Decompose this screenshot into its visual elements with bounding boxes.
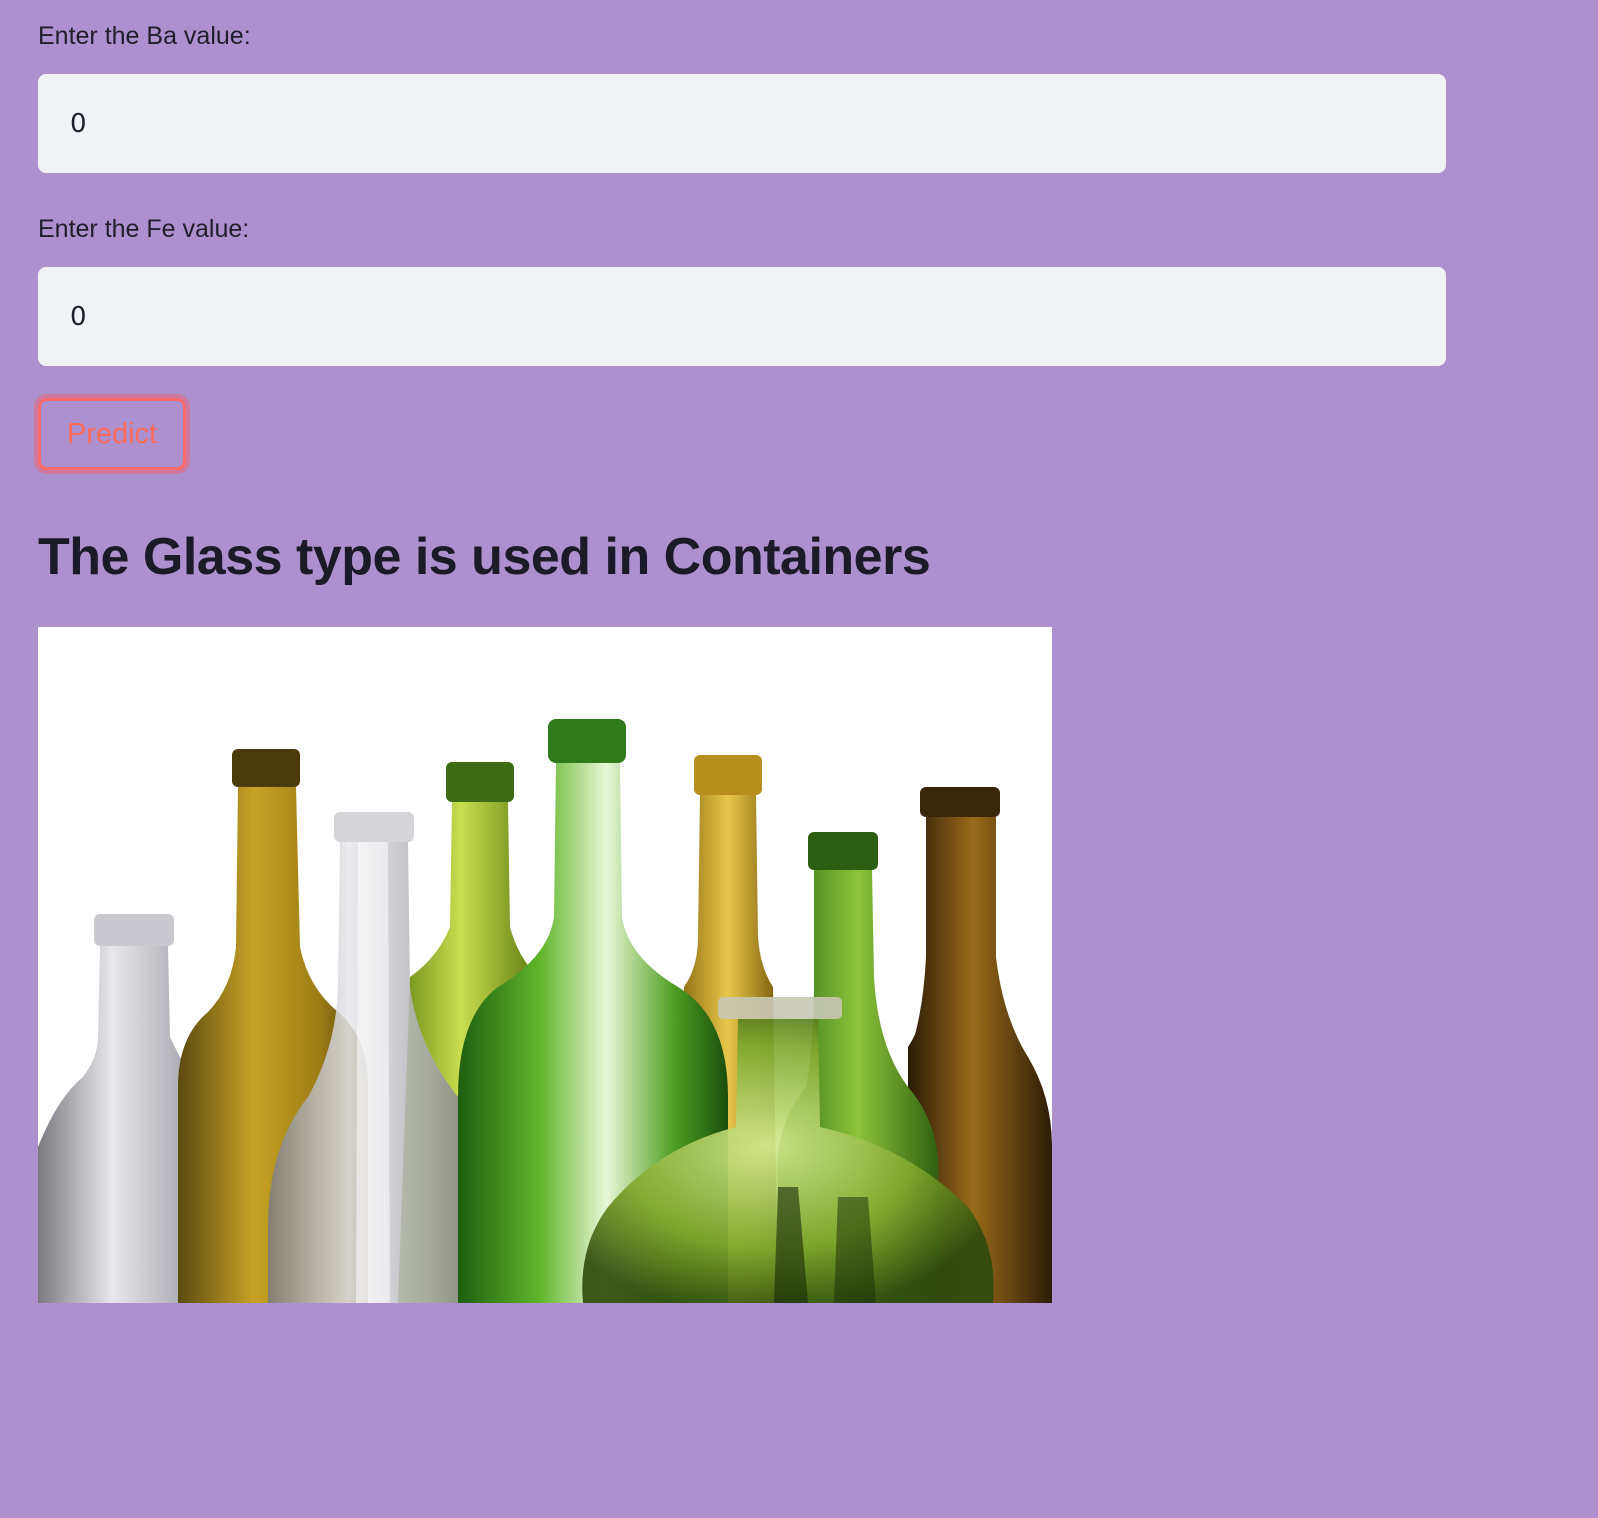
glass-bottles-image (38, 627, 1052, 1303)
bottles-illustration (38, 627, 1052, 1303)
fe-input[interactable]: 0 (38, 267, 1446, 366)
predict-button[interactable]: Predict (38, 398, 186, 470)
result-heading: The Glass type is used in Containers (38, 528, 931, 586)
fe-label: Enter the Fe value: (38, 215, 250, 243)
ba-input[interactable]: 0 (38, 74, 1446, 173)
ba-label: Enter the Ba value: (38, 22, 251, 50)
